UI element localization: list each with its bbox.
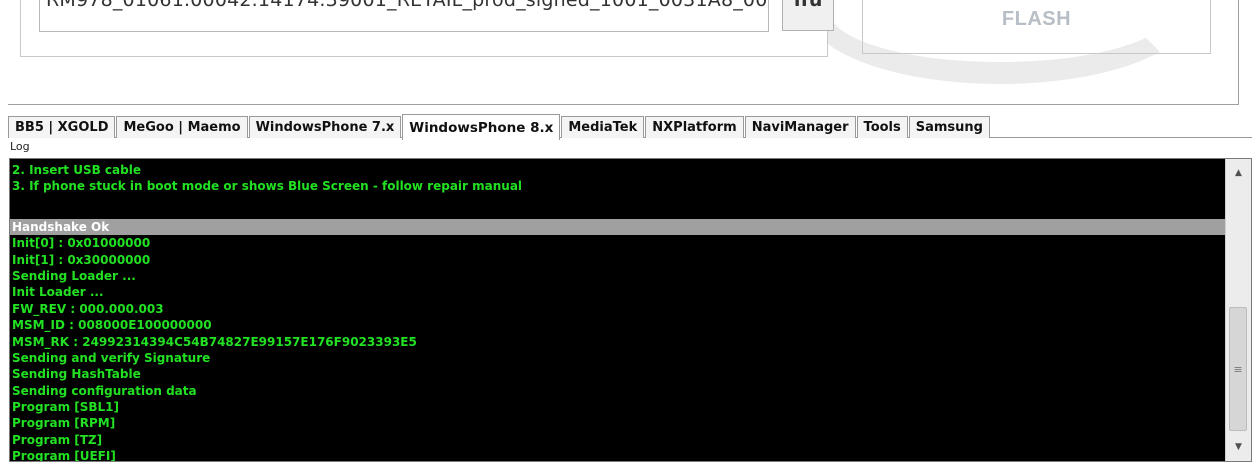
log-line: Init Loader ... [12,285,104,300]
log-line: 2. Insert USB cable [12,163,141,177]
tab-megoo-maemo[interactable]: MeGoo | Maemo [116,116,248,138]
log-line: Sending Loader ... [12,268,136,283]
tab-tools[interactable]: Tools [856,116,908,138]
grip-icon: ≡ [1233,362,1243,376]
tab-bb5-xgold[interactable]: BB5 | XGOLD [8,116,116,138]
browse-ffu-label: ffu [793,0,823,11]
log-line: Init[0] : 0x01000000 [12,236,151,251]
log-line: Sending configuration data [12,383,197,398]
flash-button[interactable]: FLASH [862,0,1211,54]
log-line: FW_REV : 000.000.003 [12,301,164,316]
log-line: MSM_RK : 24992314394C54B74827E99157E176F… [12,334,417,349]
log-line: MSM_ID : 008000E100000000 [12,318,212,333]
log-line: Program [SBL1] [12,400,119,415]
log-line: 3. If phone stuck in boot mode or shows … [12,179,523,194]
log-line: Sending HashTable [12,367,141,382]
tab-navimanager[interactable]: NaviManager [744,116,856,138]
log-label: Log [10,140,30,153]
log-lines: 2. Insert USB cable 3. If phone stuck in … [10,162,1225,462]
log-scrollbar[interactable]: ▲ ≡ ▼ [1225,159,1251,461]
tab-mediatek[interactable]: MediaTek [561,116,645,138]
flash-label: FLASH [1001,8,1072,30]
scrollbar-thumb[interactable]: ≡ [1229,307,1247,431]
firmware-path-field[interactable]: RM978_01061.00042.14174.39001_RETAIL_pro… [39,0,769,32]
browse-ffu-button[interactable]: ffu [782,0,834,31]
tab-windowsphone-7[interactable]: WindowsPhone 7.x [248,116,402,138]
log-line: Handshake Ok [10,218,1225,236]
tab-nxplatform[interactable]: NXPlatform [645,116,744,138]
tab-samsung[interactable]: Samsung [908,116,990,138]
log-line: Program [TZ] [12,432,103,447]
log-panel[interactable]: 2. Insert USB cable 3. If phone stuck in … [9,158,1252,462]
arrow-up-icon[interactable]: ▲ [1226,163,1251,183]
platform-tabs: BB5 | XGOLD MeGoo | Maemo WindowsPhone 7… [8,114,991,140]
log-line: Sending and verify Signature [12,350,211,365]
log-line: Program [RPM] [12,416,116,431]
firmware-path-text: RM978_01061.00042.14174.39001_RETAIL_pro… [46,0,769,11]
log-line: Program [UEFI] [12,449,116,462]
arrow-down-icon[interactable]: ▼ [1226,437,1251,457]
tab-windowsphone-8[interactable]: WindowsPhone 8.x [402,114,561,140]
firmware-group: RM978_01061.00042.14174.39001_RETAIL_pro… [20,0,834,57]
log-line: Init[1] : 0x30000000 [12,252,151,267]
firmware-panel: RM978_01061.00042.14174.39001_RETAIL_pro… [8,0,1239,105]
